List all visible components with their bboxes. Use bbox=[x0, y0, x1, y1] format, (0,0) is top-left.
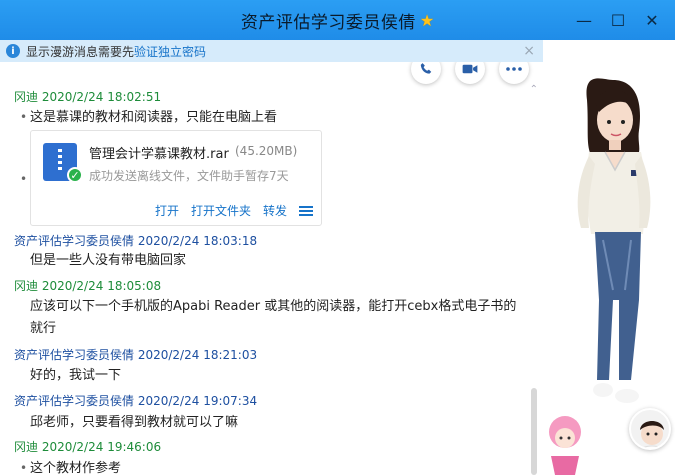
scrollbar-thumb[interactable] bbox=[531, 388, 537, 475]
close-button[interactable]: ✕ bbox=[635, 0, 669, 40]
menu-icon[interactable] bbox=[299, 205, 313, 216]
message-header: 冈迪 2020/2/24 18:05:08 bbox=[14, 277, 161, 294]
message-time: 2020/2/24 18:03:18 bbox=[137, 234, 258, 248]
bullet: • bbox=[20, 172, 28, 186]
bullet: • bbox=[20, 110, 28, 124]
message-text: 邱老师，只要看得到教材就可以了嘛 bbox=[30, 415, 239, 430]
more-icon[interactable] bbox=[499, 62, 529, 84]
contact-avatar[interactable] bbox=[629, 408, 671, 450]
message-header: 资产评估学习委员侯倩 2020/2/24 18:03:18 bbox=[14, 232, 257, 249]
message-time: 2020/2/24 19:07:34 bbox=[137, 394, 258, 408]
message-header: 冈迪 2020/2/24 18:02:51 bbox=[14, 88, 161, 105]
message-text: 这个教材作参考 bbox=[30, 461, 122, 475]
bullet: • bbox=[20, 461, 28, 475]
message-time: 2020/2/24 18:21:03 bbox=[137, 348, 258, 362]
message-header: 资产评估学习委员侯倩 2020/2/24 18:21:03 bbox=[14, 346, 257, 363]
roaming-notice: i 显示漫游消息需要先 验证独立密码 × bbox=[0, 40, 543, 62]
forward-link[interactable]: 转发 bbox=[263, 202, 287, 219]
file-name: 管理会计学慕课教材.rar bbox=[89, 147, 229, 162]
message-time: 2020/2/24 18:02:51 bbox=[41, 90, 162, 104]
message-text: 好的，我试一下 bbox=[30, 368, 122, 383]
title-bar: 资产评估学习委员侯倩 ★ — ☐ ✕ bbox=[0, 0, 675, 40]
message-header: 冈迪 2020/2/24 19:46:06 bbox=[14, 438, 161, 455]
sender-name[interactable]: 资产评估学习委员侯倩 bbox=[14, 234, 134, 248]
notice-close-button[interactable]: × bbox=[523, 43, 535, 59]
info-icon: i bbox=[6, 44, 20, 58]
sender-name[interactable]: 冈迪 bbox=[14, 440, 38, 454]
sender-name[interactable]: 冈迪 bbox=[14, 279, 38, 293]
message-text: 这是慕课的教材和阅读器，只能在电脑上看 bbox=[30, 110, 278, 125]
contact-show-panel bbox=[543, 40, 675, 475]
file-actions: 打开 打开文件夹 转发 bbox=[155, 202, 313, 219]
restore-button[interactable]: ☐ bbox=[601, 0, 635, 40]
sender-name[interactable]: 冈迪 bbox=[14, 90, 38, 104]
message-text: 但是一些人没有带电脑回家 bbox=[30, 253, 187, 268]
window-controls: — ☐ ✕ bbox=[567, 0, 669, 40]
file-status: 成功发送离线文件，文件助手暂存7天 bbox=[89, 169, 289, 183]
chat-history[interactable]: ⌃ 冈迪 2020/2/24 18:02:51 • 这是慕课的教材和阅读器，只能… bbox=[0, 62, 543, 475]
sender-name[interactable]: 资产评估学习委员侯倩 bbox=[14, 394, 134, 408]
window-title: 资产评估学习委员侯倩 bbox=[240, 12, 416, 33]
open-folder-link[interactable]: 打开文件夹 bbox=[191, 202, 251, 219]
notice-text: 显示漫游消息需要先 bbox=[26, 44, 135, 59]
message-text: 应该可以下一个手机版的Apabi Reader 或其他的阅读器，能打开cebx格… bbox=[30, 299, 517, 336]
file-size: (45.20MB) bbox=[235, 144, 298, 158]
video-icon[interactable] bbox=[455, 62, 485, 84]
message-time: 2020/2/24 18:05:08 bbox=[41, 279, 162, 293]
file-card[interactable]: ✓ 管理会计学慕课教材.rar (45.20MB) 成功发送离线文件，文件助手暂… bbox=[30, 130, 322, 226]
star-icon[interactable]: ★ bbox=[420, 11, 434, 30]
scroll-up-arrow[interactable]: ⌃ bbox=[530, 84, 538, 95]
phone-icon[interactable] bbox=[411, 62, 441, 84]
verify-password-link[interactable]: 验证独立密码 bbox=[134, 43, 206, 60]
message-header: 资产评估学习委员侯倩 2020/2/24 19:07:34 bbox=[14, 392, 257, 409]
message-time: 2020/2/24 19:46:06 bbox=[41, 440, 162, 454]
chat-toolbar bbox=[411, 62, 529, 84]
minimize-button[interactable]: — bbox=[567, 0, 601, 40]
sender-name[interactable]: 资产评估学习委员侯倩 bbox=[14, 348, 134, 362]
check-icon: ✓ bbox=[67, 167, 83, 183]
open-file-link[interactable]: 打开 bbox=[155, 202, 179, 219]
